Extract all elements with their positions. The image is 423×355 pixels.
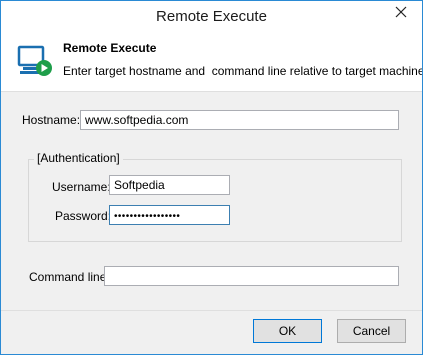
close-icon — [395, 6, 407, 18]
authentication-group — [28, 159, 402, 242]
command-line-input[interactable] — [104, 266, 399, 286]
window-title: Remote Execute — [156, 8, 267, 25]
header-description: Enter target hostname and command line r… — [63, 64, 423, 78]
monitor-play-icon — [17, 45, 52, 76]
hostname-label: Hostname: — [22, 113, 81, 127]
password-input[interactable]: ••••••••••••••••• — [109, 205, 230, 225]
dialog-footer: OK Cancel — [1, 310, 422, 354]
cancel-button[interactable]: Cancel — [337, 319, 406, 343]
header-title: Remote Execute — [63, 41, 157, 55]
title-bar[interactable]: Remote Execute — [1, 1, 422, 31]
close-button[interactable] — [388, 2, 414, 22]
command-line-label: Command line: — [29, 270, 110, 284]
password-mask: ••••••••••••••••• — [114, 211, 181, 222]
authentication-group-title: [Authentication] — [34, 151, 123, 165]
username-label: Username: — [52, 180, 111, 194]
username-input[interactable]: Softpedia — [109, 175, 230, 195]
password-label: Password: — [55, 209, 112, 223]
remote-execute-dialog: Remote Execute Remote Execute Enter targ… — [0, 0, 423, 355]
dialog-header: Remote Execute Enter target hostname and… — [1, 31, 422, 92]
hostname-input[interactable]: www.softpedia.com — [80, 110, 399, 130]
ok-button[interactable]: OK — [253, 319, 322, 343]
dialog-body: Hostname: www.softpedia.com [Authenticat… — [1, 92, 422, 310]
